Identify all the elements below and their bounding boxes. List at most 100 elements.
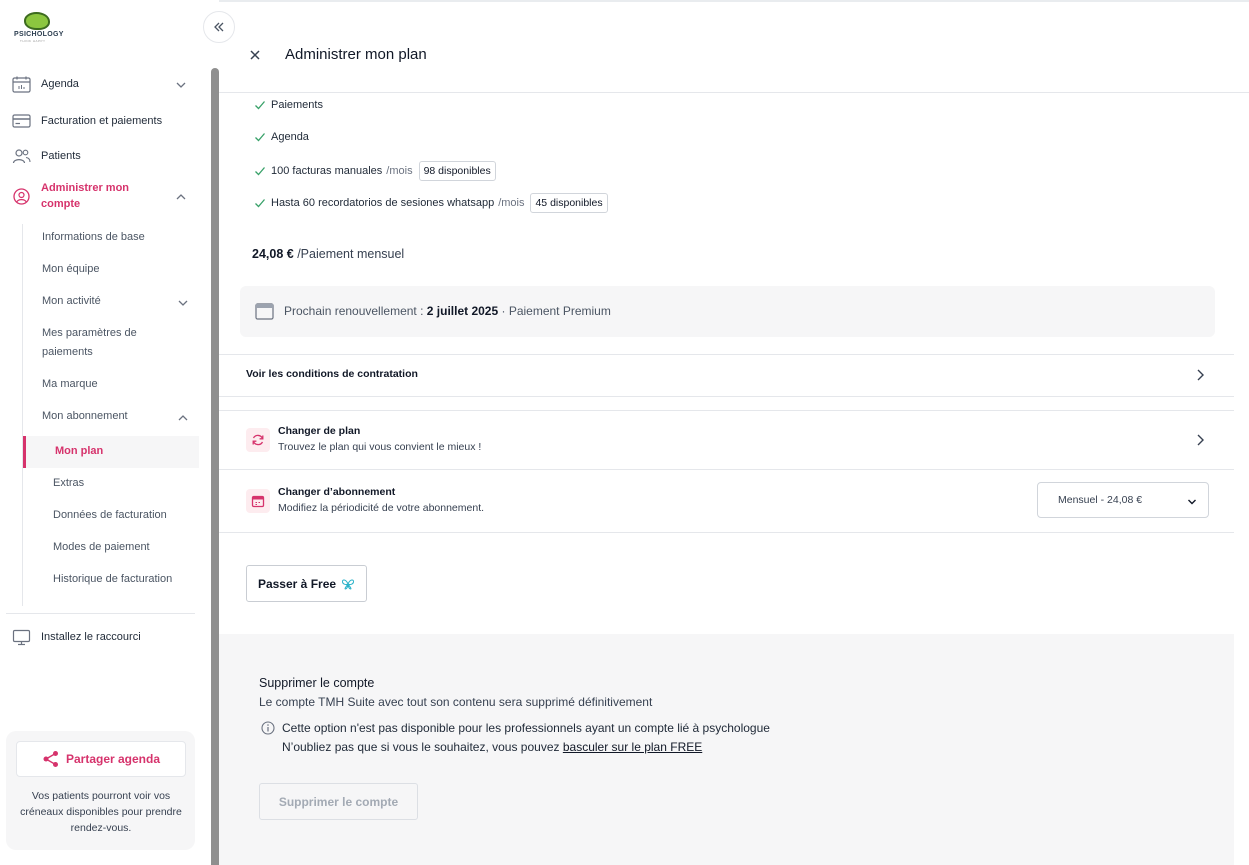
refresh-icon	[252, 434, 264, 446]
price-amount: 24,08 €	[252, 247, 294, 261]
sidebar-subitem-brand[interactable]: Ma marque	[42, 375, 192, 394]
sidebar: PSICHOLOGY THINK HAPPY Agenda Facturatio…	[0, 0, 219, 865]
availability-badge: 45 disponibles	[530, 193, 608, 213]
sidebar-item-patients[interactable]: Patients	[12, 148, 198, 165]
top-border	[219, 0, 1249, 2]
change-plan-subtitle: Trouvez le plan qui vous convient le mie…	[278, 441, 482, 453]
sidebar-subitem-subscription[interactable]: Mon abonnement	[42, 407, 192, 426]
price-period: /Paiement mensuel	[297, 247, 405, 261]
close-icon[interactable]	[248, 48, 262, 62]
delete-account-button[interactable]: Supprimer le compte	[259, 783, 418, 820]
change-subscription-icon-wrap	[246, 489, 270, 513]
delete-info-line2-prefix: N’oubliez pas que si vous le souhaitez, …	[282, 740, 560, 754]
switch-free-prefix: Passer à	[257, 576, 308, 591]
sidebar-subitem-my-plan[interactable]: Mon plan	[23, 436, 199, 468]
check-icon	[255, 167, 265, 176]
feature-item: Agenda	[254, 131, 309, 143]
sidebar-item-install-shortcut[interactable]: Installez le raccourci	[12, 629, 198, 646]
check-icon	[255, 101, 265, 110]
sidebar-item-label: Agenda	[41, 78, 79, 90]
collapse-sidebar-button[interactable]	[203, 11, 235, 43]
renewal-text: Prochain renouvellement : 2 juillet 2025…	[284, 304, 611, 318]
sidebar-subitem-extras[interactable]: Extras	[53, 477, 198, 489]
page-title: Administrer mon plan	[285, 46, 427, 63]
info-icon	[261, 721, 275, 735]
delete-info-line2: N’oubliez pas que si vous le souhaitez, …	[282, 740, 702, 754]
switch-to-free-button[interactable]: Passer à Free	[246, 565, 367, 602]
sidebar-item-label: Administrer mon compte	[41, 182, 130, 210]
delete-account-description: Le compte TMH Suite avec tout son conten…	[259, 695, 653, 709]
renewal-suffix: · Paiement Premium	[501, 304, 611, 318]
monitor-icon	[12, 629, 31, 646]
delete-info-line1: Cette option n'est pas disponible pour l…	[282, 721, 770, 735]
sidebar-subitem-billing-history[interactable]: Historique de facturation	[53, 573, 198, 585]
chevron-right-icon[interactable]	[1195, 368, 1205, 382]
share-agenda-label: Partager agenda	[65, 752, 161, 766]
share-agenda-button[interactable]: Partager agenda	[16, 741, 186, 777]
logo-tagline: THINK HAPPY	[20, 39, 46, 43]
calendar-icon	[255, 303, 274, 320]
contract-conditions-link[interactable]: Voir les conditions de contratation	[246, 368, 418, 380]
sidebar-scrollbar[interactable]	[211, 68, 219, 865]
feature-label: Hasta 60 recordatorios de sesiones whats…	[271, 197, 495, 209]
sidebar-item-billing[interactable]: Facturation et paiements	[12, 113, 198, 130]
sidebar-subitem-billing-data[interactable]: Données de facturation	[53, 509, 198, 521]
feature-item: 100 facturas manuales /mois 98 disponibl…	[254, 161, 496, 181]
users-icon	[12, 149, 31, 164]
divider	[219, 469, 1234, 470]
switch-to-free-link[interactable]: basculer sur le plan FREE	[563, 740, 702, 754]
brain-logo-icon	[24, 12, 50, 30]
check-icon	[255, 199, 265, 208]
delete-account-title: Supprimer le compte	[259, 676, 375, 690]
sidebar-item-agenda[interactable]: Agenda	[12, 76, 198, 93]
switch-free-plan: Free	[310, 576, 337, 591]
feature-label: Paiements	[271, 99, 323, 111]
feature-label: 100 facturas manuales	[271, 165, 383, 177]
availability-badge: 98 disponibles	[418, 161, 496, 181]
chevron-right-icon[interactable]	[1195, 433, 1205, 447]
divider	[219, 396, 1234, 397]
change-plan-icon-wrap	[246, 428, 270, 452]
double-chevron-left-icon	[214, 22, 224, 32]
chevron-up-icon[interactable]	[174, 190, 188, 204]
share-agenda-description: Vos patients pourront voir vos créneaux …	[20, 790, 182, 834]
feature-unit: /mois	[386, 165, 413, 177]
change-plan-title[interactable]: Changer de plan	[278, 425, 360, 437]
sidebar-subitem-activity[interactable]: Mon activité	[42, 292, 192, 311]
feature-unit: /mois	[498, 197, 525, 209]
sidebar-subitem-payment-methods[interactable]: Modes de paiement	[53, 541, 198, 553]
divider	[219, 532, 1234, 533]
billing-period-value: Mensuel - 24,08 €	[1058, 494, 1143, 506]
check-icon	[255, 133, 265, 142]
divider	[219, 354, 1234, 355]
change-subscription-title: Changer d’abonnement	[278, 486, 396, 498]
sidebar-subitem-label: Mon plan	[55, 445, 104, 457]
sidebar-item-label: Facturation et paiements	[41, 115, 163, 127]
butterfly-icon	[342, 578, 355, 590]
feature-label: Agenda	[271, 131, 309, 143]
header-divider	[219, 92, 1249, 93]
chevron-down-icon[interactable]	[176, 296, 190, 310]
user-circle-icon	[13, 188, 30, 205]
chevron-up-icon[interactable]	[176, 411, 190, 425]
sidebar-subitem-team[interactable]: Mon équipe	[42, 260, 192, 279]
feature-item: Paiements	[254, 99, 323, 111]
chevron-down-icon	[1188, 499, 1196, 505]
logo-text: PSICHOLOGY	[14, 31, 64, 38]
feature-item: Hasta 60 recordatorios de sesiones whats…	[254, 193, 608, 213]
chevron-down-icon[interactable]	[174, 78, 188, 92]
main-panel: Administrer mon plan Paiements Agenda 10…	[219, 0, 1249, 865]
sidebar-item-account[interactable]: Administrer mon compte	[12, 180, 198, 212]
delete-account-section: Supprimer le compte Le compte TMH Suite …	[219, 634, 1234, 865]
share-icon	[43, 751, 58, 767]
sidebar-divider	[6, 613, 195, 614]
sidebar-subitem-basic-info[interactable]: Informations de base	[42, 228, 192, 247]
sidebar-item-label: Patients	[41, 150, 81, 162]
billing-period-select[interactable]: Mensuel - 24,08 €	[1037, 482, 1209, 518]
submenu-guide-line	[22, 224, 23, 606]
renewal-prefix: Prochain renouvellement :	[284, 304, 424, 318]
renewal-info-box: Prochain renouvellement : 2 juillet 2025…	[240, 286, 1215, 337]
sidebar-subitem-label: Mon activité	[42, 295, 101, 307]
sidebar-subitem-payment-settings[interactable]: Mes paramètres de paiements	[42, 324, 162, 362]
brand-logo[interactable]: PSICHOLOGY THINK HAPPY	[14, 12, 64, 44]
